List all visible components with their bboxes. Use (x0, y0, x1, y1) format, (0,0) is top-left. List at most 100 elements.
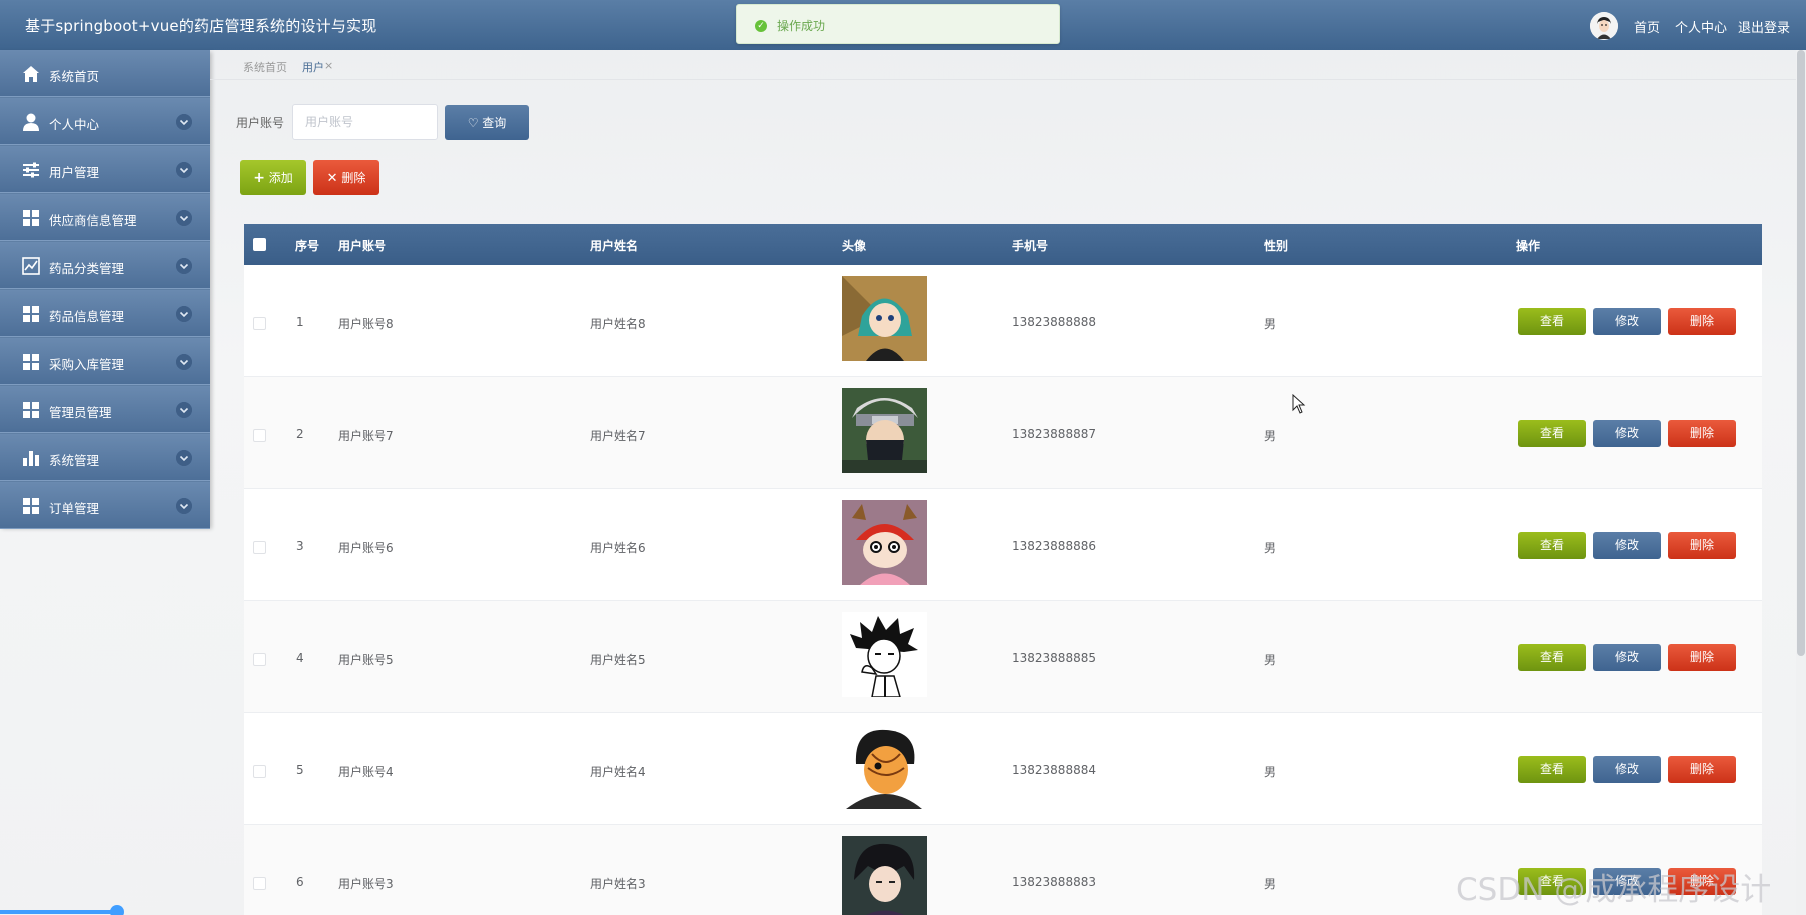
row-account: 用户账号6 (338, 541, 394, 555)
sidebar-item-home[interactable]: 系统首页 (0, 50, 210, 97)
sidebar-item-profile[interactable]: 个人中心 (0, 98, 210, 145)
sidebar-item-purchase-stock[interactable]: 采购入库管理 (0, 338, 210, 385)
row-checkbox[interactable] (253, 765, 266, 778)
delete-button-label: 删除 (341, 171, 366, 185)
account-search-input[interactable] (292, 104, 438, 140)
close-icon: ✕ (326, 171, 338, 186)
sidebar-item-label: 供应商信息管理 (49, 213, 137, 228)
nav-logout-link[interactable]: 退出登录 (1738, 17, 1790, 36)
table-row: 5 用户账号4 用户姓名4 13823888884 男 查看 修改 删除 (244, 713, 1762, 825)
row-checkbox[interactable] (253, 877, 266, 890)
row-index: 2 (296, 427, 304, 441)
edit-button[interactable]: 修改 (1593, 532, 1661, 559)
row-gender: 男 (1264, 317, 1277, 331)
avatar-image (842, 500, 927, 585)
chevron-down-icon (176, 450, 192, 466)
sidebar-item-drug-categories[interactable]: 药品分类管理 (0, 242, 210, 289)
sidebar-item-label: 药品分类管理 (49, 261, 125, 276)
breadcrumb-current[interactable]: 用户 (302, 59, 324, 75)
sidebar-item-label: 个人中心 (49, 117, 100, 132)
grid-icon (23, 354, 39, 370)
add-button[interactable]: + 添加 (240, 160, 306, 195)
row-name: 用户姓名8 (590, 317, 646, 331)
grid-icon (23, 498, 39, 514)
row-phone: 13823888888 (1012, 315, 1096, 329)
heart-icon: ♡ (467, 116, 479, 130)
row-checkbox[interactable] (253, 653, 266, 666)
success-toast: ✓ 操作成功 (736, 4, 1060, 44)
nav-home-link[interactable]: 首页 (1634, 17, 1660, 36)
plus-icon: + (253, 170, 265, 186)
query-button-label: 查询 (482, 116, 507, 130)
edit-button[interactable]: 修改 (1593, 308, 1661, 335)
sidebar-item-label: 用户管理 (49, 165, 100, 180)
row-name: 用户姓名6 (590, 541, 646, 555)
table-row: 2 用户账号7 用户姓名7 13823888887 男 查看 修改 删除 (244, 377, 1762, 489)
view-button[interactable]: 查看 (1518, 756, 1586, 783)
delete-button[interactable]: 删除 (1668, 308, 1736, 335)
view-button[interactable]: 查看 (1518, 420, 1586, 447)
chevron-down-icon (176, 114, 192, 130)
grid-icon (23, 306, 39, 322)
sidebar: 系统首页 个人中心 用户管理 供应商信息管理 药品分类管理 药品信息管理 采购入… (0, 50, 210, 529)
delete-button[interactable]: 删除 (1668, 532, 1736, 559)
view-button[interactable]: 查看 (1518, 644, 1586, 671)
user-avatar[interactable] (1590, 12, 1618, 40)
row-account: 用户账号3 (338, 877, 394, 891)
users-table: 序号 用户账号 用户姓名 头像 手机号 性别 操作 1 用户账号8 用户姓名8 … (244, 224, 1762, 915)
mouse-cursor-icon (1292, 394, 1306, 414)
delete-button[interactable]: 删除 (1668, 756, 1736, 783)
sidebar-item-drug-info[interactable]: 药品信息管理 (0, 290, 210, 337)
row-phone: 13823888884 (1012, 763, 1096, 777)
progress-handle (110, 905, 124, 915)
row-name: 用户姓名5 (590, 653, 646, 667)
chevron-down-icon (176, 210, 192, 226)
edit-button[interactable]: 修改 (1593, 756, 1661, 783)
row-index: 6 (296, 875, 304, 889)
view-button[interactable]: 查看 (1518, 308, 1586, 335)
sidebar-item-label: 采购入库管理 (49, 357, 125, 372)
sidebar-item-label: 系统管理 (49, 453, 100, 468)
nav-profile-link[interactable]: 个人中心 (1675, 17, 1727, 36)
close-tab-icon[interactable]: × (324, 59, 333, 72)
row-checkbox[interactable] (253, 317, 266, 330)
row-gender: 男 (1264, 429, 1277, 443)
query-button[interactable]: ♡ 查询 (445, 105, 529, 140)
column-header-phone: 手机号 (1012, 239, 1049, 253)
delete-button[interactable]: 删除 (1668, 644, 1736, 671)
sidebar-item-users[interactable]: 用户管理 (0, 146, 210, 193)
chart-line-icon (22, 257, 40, 275)
row-name: 用户姓名4 (590, 765, 646, 779)
row-gender: 男 (1264, 653, 1277, 667)
sidebar-item-suppliers[interactable]: 供应商信息管理 (0, 194, 210, 241)
row-checkbox[interactable] (253, 429, 266, 442)
app-title: 基于springboot+vue的药店管理系统的设计与实现 (25, 17, 377, 35)
batch-delete-button[interactable]: ✕ 删除 (313, 160, 379, 195)
avatar-image (842, 724, 927, 809)
watermark: CSDN @成承程序设计 (1456, 872, 1772, 908)
chevron-down-icon (176, 258, 192, 274)
chevron-down-icon (176, 498, 192, 514)
select-all-checkbox[interactable] (253, 238, 266, 251)
sidebar-item-admins[interactable]: 管理员管理 (0, 386, 210, 433)
column-header-actions: 操作 (1516, 239, 1541, 253)
table-row: 3 用户账号6 用户姓名6 13823888886 男 查看 修改 删除 (244, 489, 1762, 601)
row-index: 3 (296, 539, 304, 553)
edit-button[interactable]: 修改 (1593, 420, 1661, 447)
loading-progress-bar (0, 910, 118, 914)
edit-button[interactable]: 修改 (1593, 644, 1661, 671)
page-scrollbar-thumb[interactable] (1797, 50, 1805, 656)
row-checkbox[interactable] (253, 541, 266, 554)
row-phone: 13823888883 (1012, 875, 1096, 889)
sidebar-item-orders[interactable]: 订单管理 (0, 482, 210, 529)
avatar-image (842, 276, 927, 361)
delete-button[interactable]: 删除 (1668, 420, 1736, 447)
grid-icon (23, 402, 39, 418)
row-index: 4 (296, 651, 304, 665)
breadcrumb-home[interactable]: 系统首页 (243, 59, 287, 75)
sidebar-item-system[interactable]: 系统管理 (0, 434, 210, 481)
view-button[interactable]: 查看 (1518, 532, 1586, 559)
row-account: 用户账号8 (338, 317, 394, 331)
avatar-image (842, 388, 927, 473)
add-button-label: 添加 (268, 171, 293, 185)
